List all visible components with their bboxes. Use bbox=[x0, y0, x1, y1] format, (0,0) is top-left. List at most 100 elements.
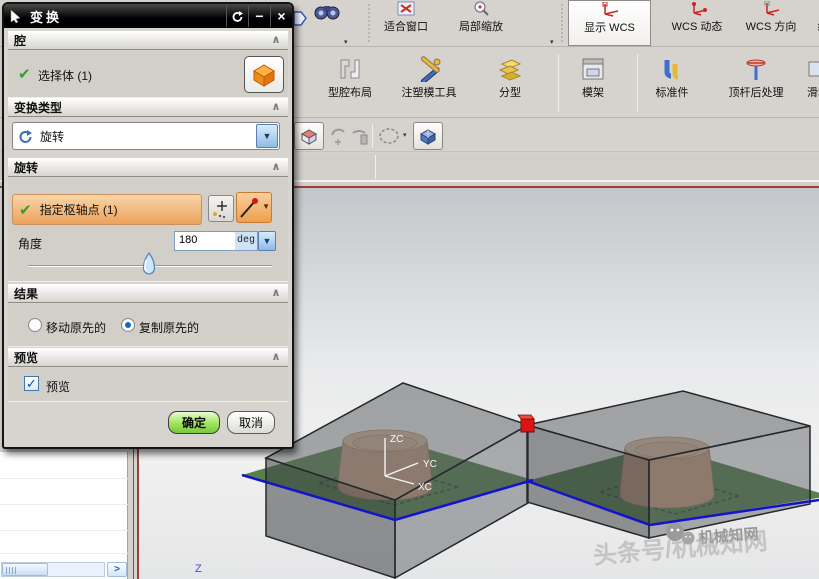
cavity-collapse-chevron[interactable]: ∧ bbox=[268, 33, 284, 46]
cavity-group-body: ✔ 选择体 (1) bbox=[8, 51, 288, 98]
blue-box-icon bbox=[418, 127, 438, 145]
result-collapse-chevron[interactable]: ∧ bbox=[268, 286, 284, 299]
show-wcs-button[interactable]: 显示 WCS bbox=[568, 0, 651, 46]
cavity-layout-button[interactable]: 型腔布局 bbox=[318, 56, 382, 100]
parting-icon bbox=[497, 56, 523, 82]
move-original-radio[interactable] bbox=[28, 318, 42, 332]
wcs-orient-button[interactable]: WCS 方向 bbox=[738, 1, 804, 34]
orient-view-icon[interactable] bbox=[349, 125, 371, 147]
select-body-label[interactable]: 选择体 (1) bbox=[38, 67, 92, 84]
slider-lifter-button[interactable]: 滑块 bbox=[798, 56, 819, 100]
lasso-dropdown-arrow[interactable]: ▾ bbox=[403, 131, 407, 139]
move-original-label[interactable]: 移动原先的 bbox=[46, 319, 106, 336]
copy-original-label[interactable]: 复制原先的 bbox=[139, 319, 199, 336]
angle-unit[interactable]: deg bbox=[235, 231, 258, 251]
panel-row-line bbox=[0, 530, 128, 531]
angle-spinner-button[interactable]: ▼ bbox=[258, 231, 276, 251]
cancel-button[interactable]: 取消 bbox=[227, 411, 275, 434]
rotate-header-label: 旋转 bbox=[14, 159, 38, 176]
clipped-toolbar-button[interactable]: 编 bbox=[808, 1, 819, 34]
scrollbar-thumb[interactable] bbox=[2, 563, 48, 576]
toolbar-separator bbox=[637, 54, 638, 112]
angle-label: 角度 bbox=[18, 235, 42, 252]
wcs-orient-icon bbox=[760, 1, 782, 16]
mold-base-icon bbox=[580, 56, 606, 82]
dialog-close-button[interactable]: × bbox=[270, 5, 292, 27]
view-group-dropdown-arrow[interactable]: ▾ bbox=[550, 38, 554, 46]
mold-base-label: 模架 bbox=[582, 84, 604, 100]
transform-type-value: 旋转 bbox=[40, 128, 64, 145]
standard-parts-icon bbox=[659, 56, 685, 82]
point-icon bbox=[237, 193, 261, 222]
dialog-title: 变换 bbox=[30, 7, 62, 26]
rotate-collapse-chevron[interactable]: ∧ bbox=[268, 160, 284, 173]
cavity-group-header: 腔 ∧ bbox=[8, 31, 288, 50]
pivot-point-label: 指定枢轴点 (1) bbox=[40, 201, 118, 218]
standard-parts-button[interactable]: 标准件 bbox=[648, 56, 696, 100]
preview-group-header: 预览 ∧ bbox=[8, 348, 288, 367]
wcs-label-xc: XC bbox=[418, 482, 432, 493]
angle-input[interactable]: 180 bbox=[174, 231, 236, 251]
preview-checkbox-label[interactable]: 预览 bbox=[46, 378, 70, 395]
resource-panel[interactable]: > bbox=[0, 452, 128, 579]
axis-z-label: Z bbox=[195, 563, 202, 575]
wcs-label-zc: ZC bbox=[390, 434, 403, 445]
ejector-post-label: 顶杆后处理 bbox=[729, 84, 784, 100]
wcs-label-yc: YC bbox=[423, 459, 437, 470]
parting-button[interactable]: 分型 bbox=[486, 56, 534, 100]
show-section-button[interactable] bbox=[294, 122, 324, 150]
transform-type-dropdown-button[interactable]: ▼ bbox=[256, 124, 278, 148]
lasso-icon[interactable] bbox=[377, 126, 401, 146]
snap-point-button[interactable] bbox=[413, 122, 443, 150]
binoculars-icon[interactable] bbox=[312, 2, 342, 20]
rotate-point-icon[interactable] bbox=[328, 125, 348, 147]
transform-type-combo[interactable]: 旋转 ▼ bbox=[12, 122, 280, 150]
panel-row-line bbox=[0, 478, 128, 479]
binoculars-dropdown-arrow[interactable]: ▾ bbox=[344, 38, 348, 46]
preview-collapse-chevron[interactable]: ∧ bbox=[268, 350, 284, 363]
standard-parts-label: 标准件 bbox=[656, 84, 689, 100]
horizontal-scrollbar[interactable] bbox=[1, 562, 105, 577]
rotate-type-icon bbox=[18, 129, 33, 144]
dialog-reset-button[interactable] bbox=[226, 5, 248, 27]
transform-dialog: 变换 − × 腔 ∧ ✔ 选择体 (1) bbox=[2, 2, 294, 449]
select-body-check-icon: ✔ bbox=[18, 65, 31, 83]
select-body-button[interactable] bbox=[244, 56, 284, 93]
reset-icon bbox=[231, 10, 244, 23]
mold-tools-label: 注塑模工具 bbox=[402, 84, 457, 100]
fit-window-button[interactable]: 适合窗口 bbox=[375, 1, 437, 34]
inferred-point-button[interactable]: ▼ bbox=[236, 192, 272, 223]
mold-base-button[interactable]: 模架 bbox=[570, 56, 616, 100]
toolbar-separator bbox=[372, 124, 373, 148]
point-constructor-icon bbox=[209, 196, 233, 221]
watermark: 机械知网 头条号/机械知网 bbox=[592, 523, 768, 570]
ejector-post-button[interactable]: 顶杆后处理 bbox=[718, 56, 794, 100]
ok-button[interactable]: 确定 bbox=[168, 411, 220, 434]
toolbar-separator bbox=[561, 3, 563, 43]
toolbar-expand-arrow-icon[interactable] bbox=[293, 11, 307, 26]
mold-tools-button[interactable]: 注塑模工具 bbox=[392, 56, 466, 100]
zoom-region-label: 局部缩放 bbox=[459, 18, 503, 34]
panel-row-line bbox=[0, 504, 128, 505]
cursor-arrow-icon bbox=[10, 9, 22, 23]
wcs-dynamics-label: WCS 动态 bbox=[672, 18, 723, 34]
point-type-dropdown-arrow[interactable]: ▼ bbox=[262, 202, 270, 211]
cavity-layout-label: 型腔布局 bbox=[328, 84, 372, 100]
pivot-point-row[interactable]: ✔ 指定枢轴点 (1) bbox=[12, 194, 202, 225]
pivot-check-icon: ✔ bbox=[19, 201, 32, 219]
angle-slider-thumb[interactable] bbox=[140, 252, 158, 278]
dialog-minimize-button[interactable]: − bbox=[248, 5, 270, 27]
zoom-region-button[interactable]: 局部缩放 bbox=[450, 1, 512, 34]
point-dialog-button[interactable] bbox=[208, 195, 234, 222]
zoom-region-icon bbox=[472, 1, 490, 16]
rotate-group-header: 旋转 ∧ bbox=[8, 158, 288, 177]
dialog-titlebar[interactable]: 变换 − × bbox=[4, 4, 292, 28]
scrollbar-right-button[interactable]: > bbox=[107, 562, 127, 577]
preview-checkbox[interactable]: ✓ bbox=[24, 376, 39, 391]
wcs-dynamics-button[interactable]: WCS 动态 bbox=[658, 1, 736, 34]
wcs-dynamics-icon bbox=[686, 1, 708, 16]
result-header-label: 结果 bbox=[14, 285, 38, 302]
copy-original-radio[interactable] bbox=[121, 318, 135, 332]
transform-type-collapse-chevron[interactable]: ∧ bbox=[268, 100, 284, 113]
status-divider bbox=[375, 155, 376, 179]
